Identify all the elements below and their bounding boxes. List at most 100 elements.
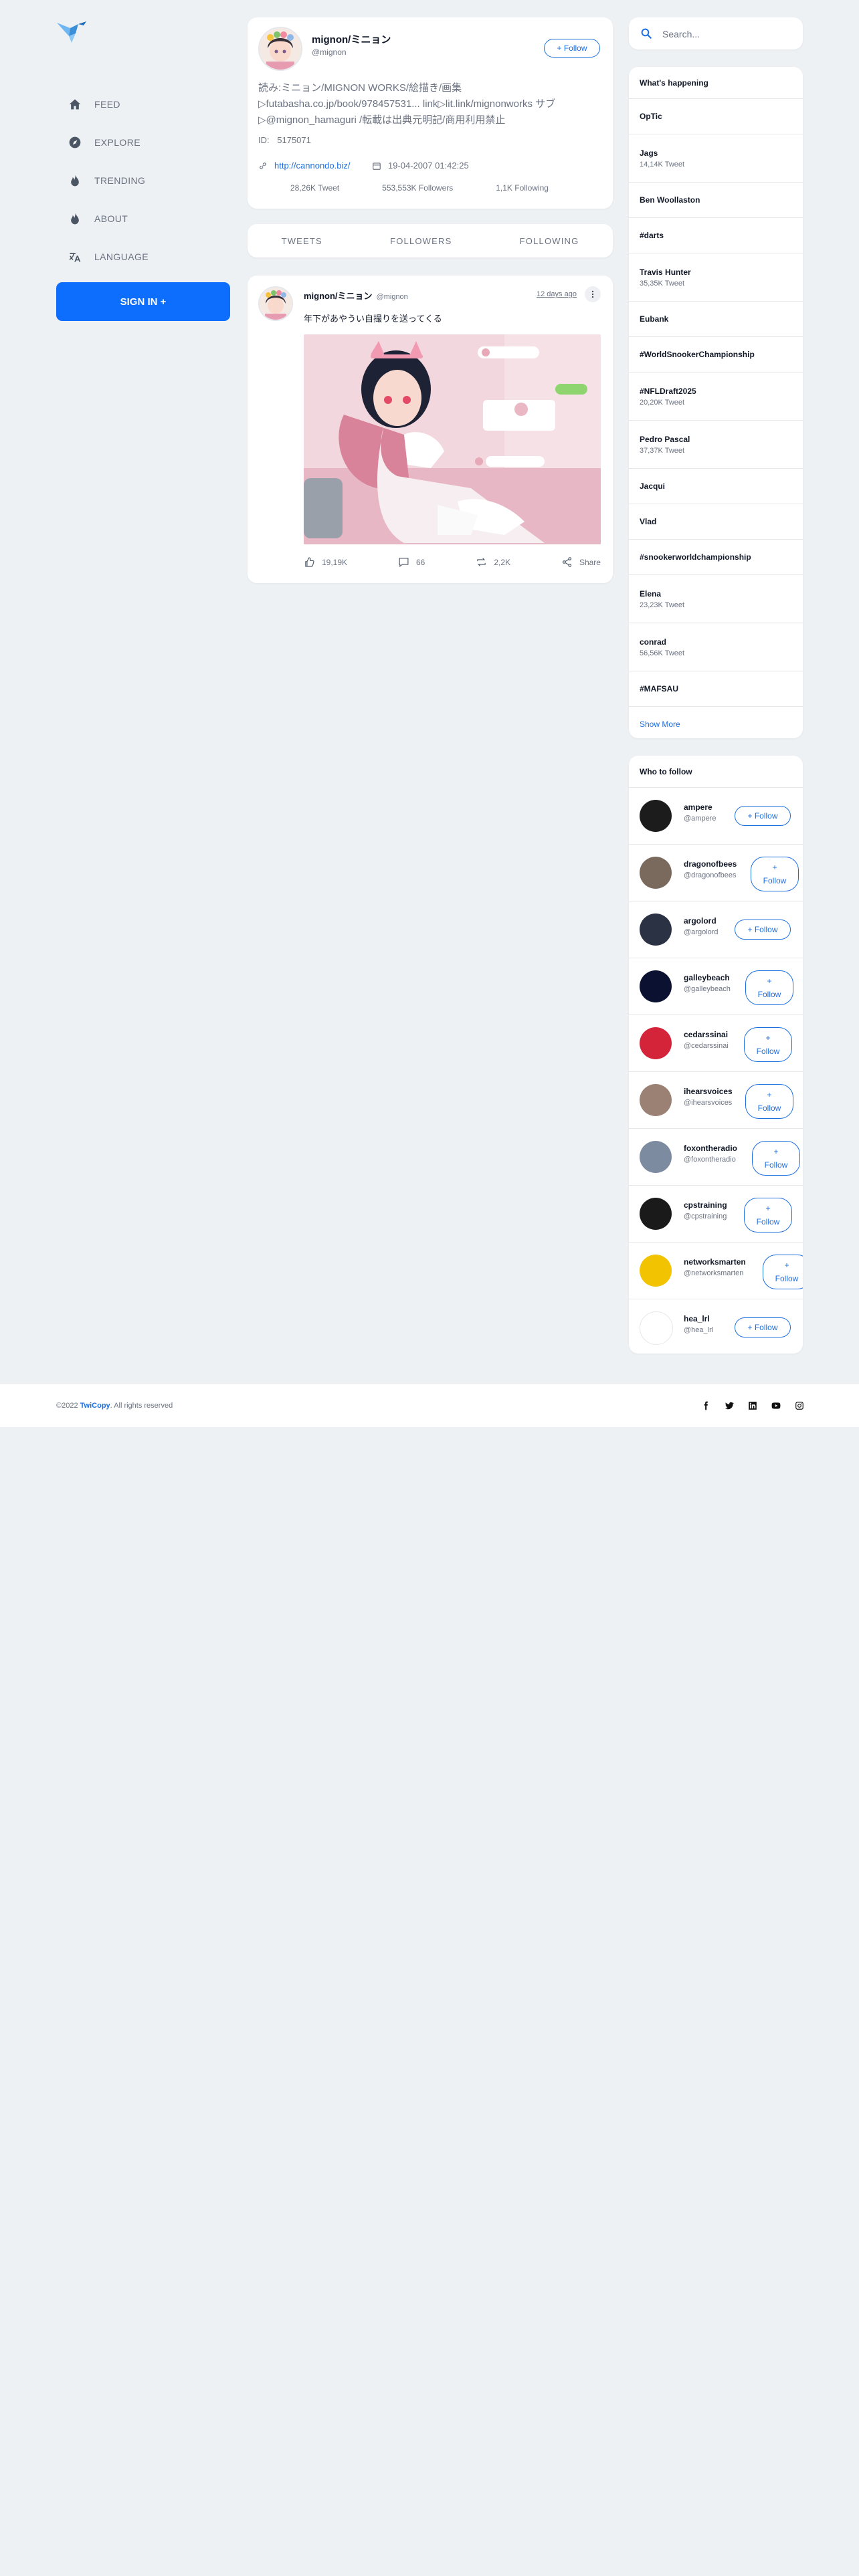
tab-following[interactable]: FOLLOWING bbox=[520, 236, 579, 246]
tweet-avatar[interactable] bbox=[258, 286, 293, 321]
trend-item[interactable]: Jacqui bbox=[629, 469, 803, 504]
user-avatar[interactable] bbox=[640, 914, 672, 946]
search-icon bbox=[641, 28, 652, 39]
trend-item[interactable]: Ben Woollaston bbox=[629, 183, 803, 218]
user-avatar[interactable] bbox=[640, 857, 672, 889]
profile-link-text[interactable]: http://cannondo.biz/ bbox=[274, 160, 350, 171]
user-avatar[interactable] bbox=[640, 1311, 673, 1345]
nav-item-explore[interactable]: EXPLORE bbox=[56, 123, 230, 161]
follow-button[interactable]: + Follow bbox=[544, 39, 600, 58]
profile-handle: @mignon bbox=[312, 47, 347, 57]
trend-count: 35,35K Tweet bbox=[640, 279, 685, 288]
user-avatar[interactable] bbox=[640, 970, 672, 1002]
trends-title: What's happening bbox=[629, 67, 803, 99]
user-name[interactable]: cpstraining bbox=[684, 1200, 727, 1210]
tab-followers[interactable]: FOLLOWERS bbox=[390, 236, 452, 246]
tweet-count[interactable]: 28,26K Tweet bbox=[290, 183, 339, 193]
search-input[interactable] bbox=[661, 25, 794, 43]
user-name[interactable]: networksmarten bbox=[684, 1257, 746, 1267]
share-icon bbox=[562, 557, 572, 567]
followers-count[interactable]: 553,553K Followers bbox=[382, 183, 453, 193]
profile-tabs: TWEETS FOLLOWERS FOLLOWING bbox=[248, 224, 613, 257]
trend-item[interactable]: #darts bbox=[629, 218, 803, 253]
trend-name: Jacqui bbox=[640, 481, 666, 491]
share-button[interactable]: Share bbox=[561, 556, 601, 568]
user-avatar[interactable] bbox=[640, 1255, 672, 1287]
trend-item[interactable]: Eubank bbox=[629, 302, 803, 337]
follow-button-label: Follow bbox=[757, 990, 781, 999]
comment-button[interactable]: 66 bbox=[398, 556, 425, 568]
user-name[interactable]: argolord bbox=[684, 916, 717, 926]
nav-item-about[interactable]: ABOUT bbox=[56, 199, 230, 237]
user-name[interactable]: ampere bbox=[684, 802, 712, 812]
follow-suggestion: ihearsvoices @ihearsvoices + Follow bbox=[629, 1072, 803, 1129]
follow-button[interactable]: + Follow bbox=[763, 1255, 803, 1289]
trend-name: #darts bbox=[640, 231, 664, 240]
copyright-rights: . All rights reserved bbox=[110, 1402, 173, 1410]
trend-item[interactable]: Jags 14,14K Tweet bbox=[629, 134, 803, 183]
brand-link[interactable]: TwiCopy bbox=[80, 1402, 110, 1410]
tab-tweets[interactable]: TWEETS bbox=[282, 236, 322, 246]
follow-button[interactable]: + Follow bbox=[751, 857, 799, 891]
youtube-icon[interactable] bbox=[769, 1399, 783, 1412]
nav-item-language[interactable]: LANGUAGE bbox=[56, 237, 230, 276]
follow-button[interactable]: + Follow bbox=[735, 920, 791, 940]
user-avatar[interactable] bbox=[640, 1198, 672, 1230]
profile-avatar[interactable] bbox=[258, 27, 302, 71]
trend-item[interactable]: OpTic bbox=[629, 99, 803, 134]
instagram-icon[interactable] bbox=[793, 1399, 806, 1412]
trend-item[interactable]: #WorldSnookerChampionship bbox=[629, 337, 803, 372]
like-button[interactable]: 19,19K bbox=[304, 556, 347, 568]
sign-in-button[interactable]: SIGN IN + bbox=[56, 282, 230, 321]
user-name[interactable]: foxontheradio bbox=[684, 1144, 737, 1153]
trend-item[interactable]: #snookerworldchampionship bbox=[629, 540, 803, 575]
follow-button[interactable]: + Follow bbox=[745, 970, 793, 1005]
tweet-image[interactable] bbox=[304, 334, 601, 544]
follow-button-label: + bbox=[767, 976, 772, 986]
tweet-author[interactable]: mignon/ミニョン @mignon bbox=[304, 289, 408, 302]
trend-item[interactable]: Pedro Pascal 37,37K Tweet bbox=[629, 421, 803, 469]
follow-button[interactable]: + Follow bbox=[744, 1198, 792, 1232]
twitter-icon[interactable] bbox=[723, 1399, 736, 1412]
sidebar-nav: FEED EXPLORE TRENDING ABOUT LANGUAGE bbox=[56, 85, 230, 276]
follow-button[interactable]: + Follow bbox=[752, 1141, 800, 1176]
user-name[interactable]: cedarssinai bbox=[684, 1030, 728, 1039]
tweet-timestamp[interactable]: 12 days ago bbox=[537, 290, 577, 298]
trend-item[interactable]: #MAFSAU bbox=[629, 671, 803, 707]
comment-icon bbox=[399, 558, 409, 568]
follow-button[interactable]: + Follow bbox=[735, 806, 791, 826]
trend-item[interactable]: conrad 56,56K Tweet bbox=[629, 623, 803, 671]
translate-icon bbox=[68, 249, 82, 264]
trend-name: Jags bbox=[640, 148, 658, 158]
user-name[interactable]: dragonofbees bbox=[684, 859, 737, 869]
facebook-icon[interactable] bbox=[699, 1399, 712, 1412]
user-name[interactable]: hea_lrl bbox=[684, 1314, 710, 1323]
trend-item[interactable]: Vlad bbox=[629, 504, 803, 540]
logo-bird-icon[interactable] bbox=[56, 19, 92, 45]
user-avatar[interactable] bbox=[640, 1084, 672, 1116]
nav-item-trending[interactable]: TRENDING bbox=[56, 161, 230, 199]
trend-item[interactable]: #NFLDraft2025 20,20K Tweet bbox=[629, 372, 803, 421]
user-name[interactable]: galleybeach bbox=[684, 973, 730, 982]
follow-button[interactable]: + Follow bbox=[744, 1027, 792, 1062]
retweet-button[interactable]: 2,2K bbox=[476, 556, 510, 568]
profile-link[interactable]: http://cannondo.biz/ bbox=[258, 160, 350, 171]
trend-item[interactable]: Travis Hunter 35,35K Tweet bbox=[629, 253, 803, 302]
user-avatar[interactable] bbox=[640, 1141, 672, 1173]
more-options-button[interactable] bbox=[585, 286, 601, 302]
show-more-link[interactable]: Show More bbox=[629, 707, 803, 738]
follow-button[interactable]: + Follow bbox=[745, 1084, 793, 1119]
bio-line[interactable]: ▷futabasha.co.jp/book/978457531... link▷… bbox=[258, 96, 599, 112]
follow-button-label: + bbox=[773, 1147, 779, 1156]
user-avatar[interactable] bbox=[640, 1027, 672, 1059]
who-to-follow-title: Who to follow bbox=[629, 756, 803, 788]
user-name[interactable]: ihearsvoices bbox=[684, 1087, 733, 1096]
follow-button[interactable]: + Follow bbox=[735, 1317, 791, 1337]
following-count[interactable]: 1,1K Following bbox=[496, 183, 549, 193]
nav-item-feed[interactable]: FEED bbox=[56, 85, 230, 123]
linkedin-icon[interactable] bbox=[746, 1399, 759, 1412]
user-avatar[interactable] bbox=[640, 800, 672, 832]
user-handle: @networksmarten bbox=[684, 1269, 744, 1277]
trend-item[interactable]: Elena 23,23K Tweet bbox=[629, 575, 803, 623]
follow-button-label: + Follow bbox=[747, 925, 778, 934]
